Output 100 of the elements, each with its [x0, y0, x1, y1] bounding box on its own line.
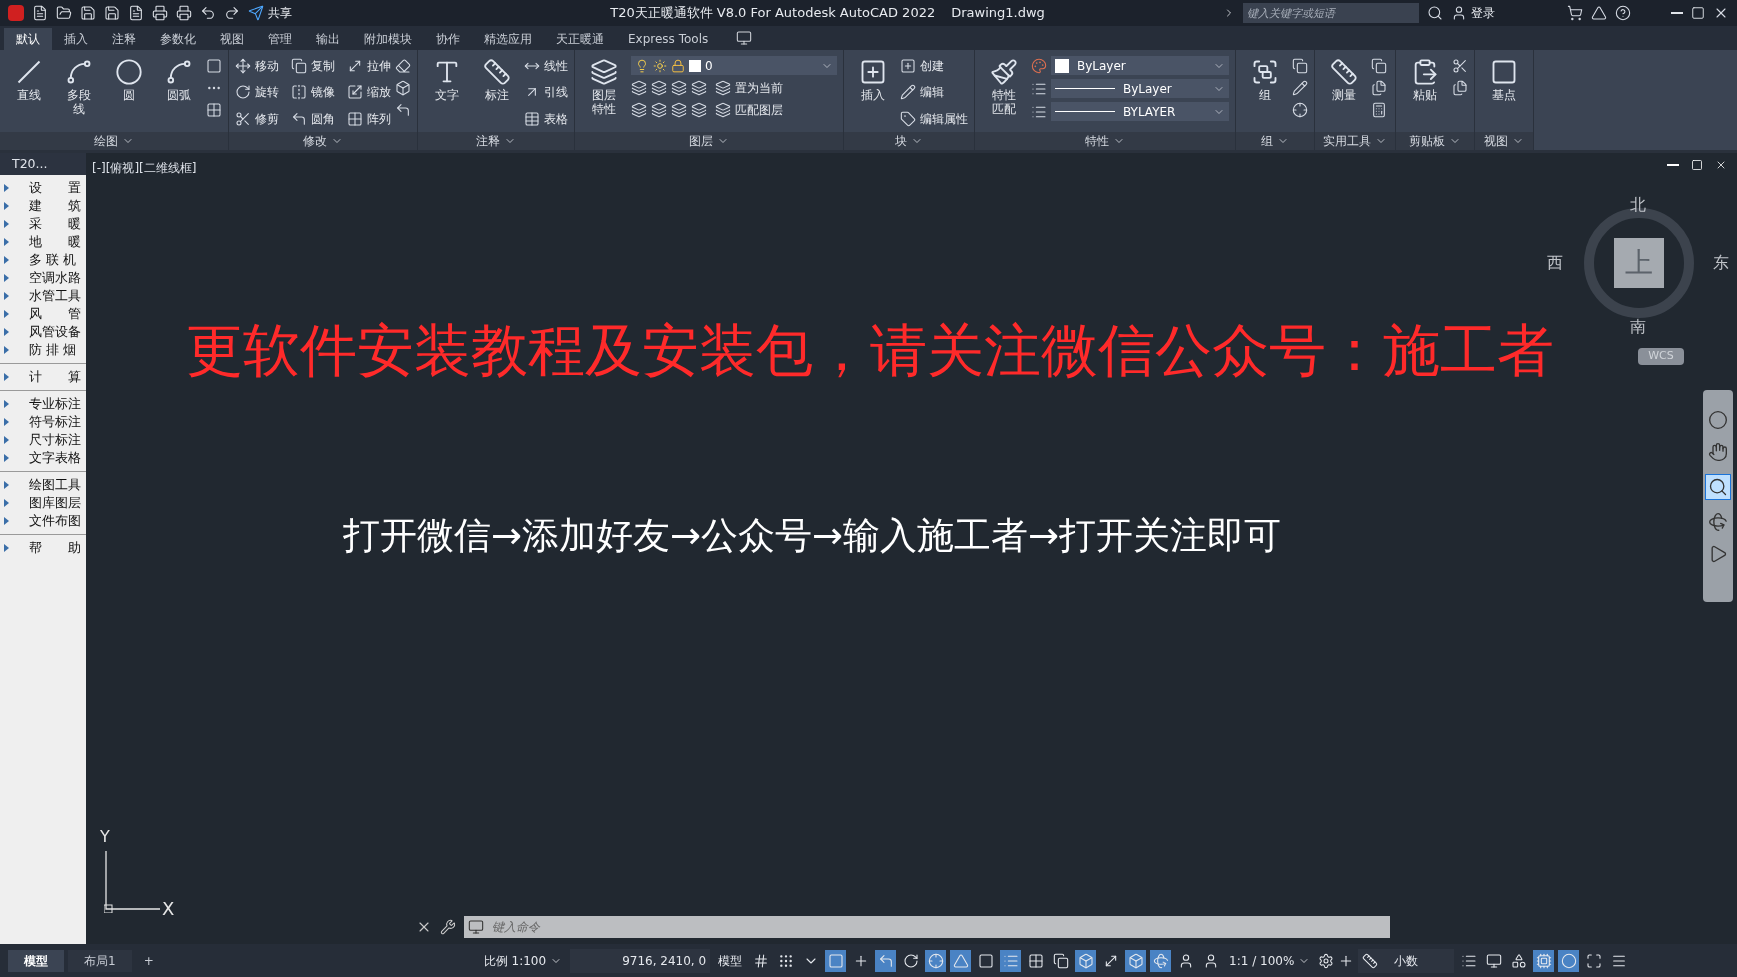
ribbon-tool-button[interactable]: 组 [1242, 54, 1288, 132]
panel-title[interactable]: 特性 [975, 132, 1235, 150]
ribbon-tab[interactable]: 默认 [4, 28, 52, 50]
ribbon-tab[interactable]: 协作 [424, 28, 472, 50]
ribbon-tool-button[interactable]: 旋转 [235, 82, 279, 102]
sidebar-item[interactable]: 帮 助 [0, 539, 86, 557]
panel-title[interactable]: 视图 [1475, 132, 1533, 150]
sidebar-item[interactable]: 绘图工具 [0, 476, 86, 494]
property-dropdown[interactable]: ByLayer [1051, 79, 1229, 98]
ribbon-tool-button[interactable]: 表格 [524, 109, 568, 129]
panel-title[interactable]: 修改 [229, 132, 417, 150]
ribbon-tool-button[interactable]: 圆角 [291, 109, 335, 129]
ribbon-tool-button[interactable]: 标注 [474, 54, 520, 132]
layout-tab[interactable]: 布局1 [68, 949, 132, 972]
ribbon-tab[interactable]: 视图 [208, 28, 256, 50]
ribbon-tool-button[interactable]: 基点 [1481, 54, 1527, 132]
sidebar-item[interactable]: 空调水路 [0, 269, 86, 287]
ribbon-tool-button[interactable]: 直线 [6, 54, 52, 132]
sidebar-item[interactable]: 文件布图 [0, 512, 86, 530]
sidebar-item[interactable]: 专业标注 [0, 395, 86, 413]
panel-title[interactable]: 图层 [575, 132, 843, 150]
sidebar-item[interactable]: 设 置 [0, 179, 86, 197]
ribbon-tab[interactable]: 附加模块 [352, 28, 424, 50]
ribbon-tab[interactable]: 参数化 [148, 28, 208, 50]
ribbon-tab[interactable]: 精选应用 [472, 28, 544, 50]
sidebar-item[interactable]: 文字表格 [0, 449, 86, 467]
status-toggle[interactable] [1558, 949, 1580, 972]
sidebar-item[interactable]: 采 暖 [0, 215, 86, 233]
ribbon-tool-button[interactable]: 测量 [1321, 54, 1367, 132]
ribbon-tool-button[interactable]: 编辑属性 [900, 109, 968, 129]
panel-title[interactable]: 实用工具 [1315, 132, 1395, 150]
status-toggle[interactable] [925, 949, 947, 972]
status-toggle[interactable] [1533, 949, 1555, 972]
status-toggle[interactable] [1000, 949, 1022, 972]
status-toggle[interactable] [1125, 949, 1147, 972]
model-space-button[interactable]: 模型 [714, 951, 747, 970]
ribbon-tool-button[interactable]: 复制 [291, 56, 335, 75]
panel-title[interactable]: 组 [1236, 132, 1314, 150]
status-toggle[interactable] [1150, 949, 1172, 972]
panel-title[interactable]: 块 [844, 132, 974, 150]
ribbon-tab[interactable]: 插入 [52, 28, 100, 50]
sidebar-item[interactable]: 多 联 机 [0, 251, 86, 269]
ribbon-tool-button[interactable]: 插入 [850, 54, 896, 132]
status-toggle[interactable] [1075, 949, 1097, 972]
status-toggle[interactable] [875, 949, 897, 972]
ribbon-tool-button[interactable]: 缩放 [347, 82, 391, 102]
ribbon-tool-button[interactable]: 置为当前 [715, 79, 783, 97]
panel-title[interactable]: 剪贴板 [1396, 132, 1474, 150]
ribbon-tab[interactable]: 注释 [100, 28, 148, 50]
ribbon-tool-button[interactable]: 圆弧 [156, 54, 202, 132]
property-dropdown[interactable]: BYLAYER [1051, 102, 1229, 121]
sidebar-item[interactable]: 符号标注 [0, 413, 86, 431]
panel-title[interactable]: 绘图 [0, 132, 228, 150]
sidebar-item[interactable]: 防 排 烟 [0, 341, 86, 359]
sidebar-item[interactable]: 图库图层 [0, 494, 86, 512]
expand-icon [4, 373, 9, 381]
property-dropdown[interactable]: ByLayer [1051, 56, 1229, 75]
layout-tab[interactable]: 模型 [8, 949, 64, 972]
ribbon-tool-button[interactable]: 特性匹配 [981, 54, 1027, 132]
ribbon-tool-button[interactable]: 圆 [106, 54, 152, 132]
ribbon-tool-button[interactable]: 粘贴 [1402, 54, 1448, 132]
layer-dropdown[interactable]: 0 [631, 56, 837, 75]
sidebar-item[interactable]: 水管工具 [0, 287, 86, 305]
app-logo[interactable] [8, 5, 24, 21]
expand-icon [4, 238, 9, 246]
sidebar-item[interactable]: 风 管 [0, 305, 86, 323]
sidebar-item[interactable]: 建 筑 [0, 197, 86, 215]
ribbon-tool-button[interactable]: 引线 [524, 82, 568, 102]
ribbon-tool-button[interactable]: 多段线 [56, 54, 102, 132]
sidebar-item[interactable]: 计 算 [0, 368, 86, 386]
panel-title[interactable]: 注释 [418, 132, 574, 150]
ribbon-tool-button[interactable]: 线性 [524, 56, 568, 75]
sidebar-item[interactable]: 风管设备 [0, 323, 86, 341]
ribbon-tool-button[interactable]: 文字 [424, 54, 470, 132]
expand-icon [4, 481, 9, 489]
ribbon-tab[interactable]: Express Tools [616, 28, 721, 50]
status-toggle[interactable] [825, 949, 847, 972]
ribbon-tool-button[interactable]: 创建 [900, 56, 968, 75]
ribbon-tool-button[interactable]: 匹配图层 [715, 101, 783, 119]
search-field[interactable]: 键入关键字或短语 [1243, 3, 1419, 23]
ribbon-tab[interactable]: 管理 [256, 28, 304, 50]
login-button[interactable]: 登录 [1451, 4, 1495, 22]
units-dropdown[interactable]: 小数 [1358, 948, 1455, 973]
ribbon-tab[interactable]: 输出 [304, 28, 352, 50]
share-button[interactable]: 共享 [248, 4, 292, 22]
add-tab-button[interactable]: + [135, 951, 162, 970]
ribbon-tool-button[interactable]: 镜像 [291, 82, 335, 102]
annotation-scale-dropdown[interactable]: 1:1 / 100% [1225, 951, 1315, 970]
scale-dropdown[interactable]: 比例 1:100 [479, 951, 567, 970]
sidebar-item[interactable]: 尺寸标注 [0, 431, 86, 449]
ribbon-tool-button[interactable]: 拉伸 [347, 56, 391, 75]
sidebar-item[interactable]: 地 暖 [0, 233, 86, 251]
ribbon-tab[interactable]: 天正暖通 [544, 28, 616, 50]
ribbon-tool-button[interactable]: 移动 [235, 56, 279, 75]
ribbon-tool-button[interactable]: 编辑 [900, 82, 968, 102]
ribbon-tool-button[interactable]: 阵列 [347, 109, 391, 129]
status-toggle[interactable] [950, 949, 972, 972]
ribbon-tool-button[interactable]: 修剪 [235, 109, 279, 129]
viewport-label[interactable]: [-][俯视][二维线框] [92, 159, 197, 177]
ribbon-tool-button[interactable]: 图层特性 [581, 54, 627, 132]
